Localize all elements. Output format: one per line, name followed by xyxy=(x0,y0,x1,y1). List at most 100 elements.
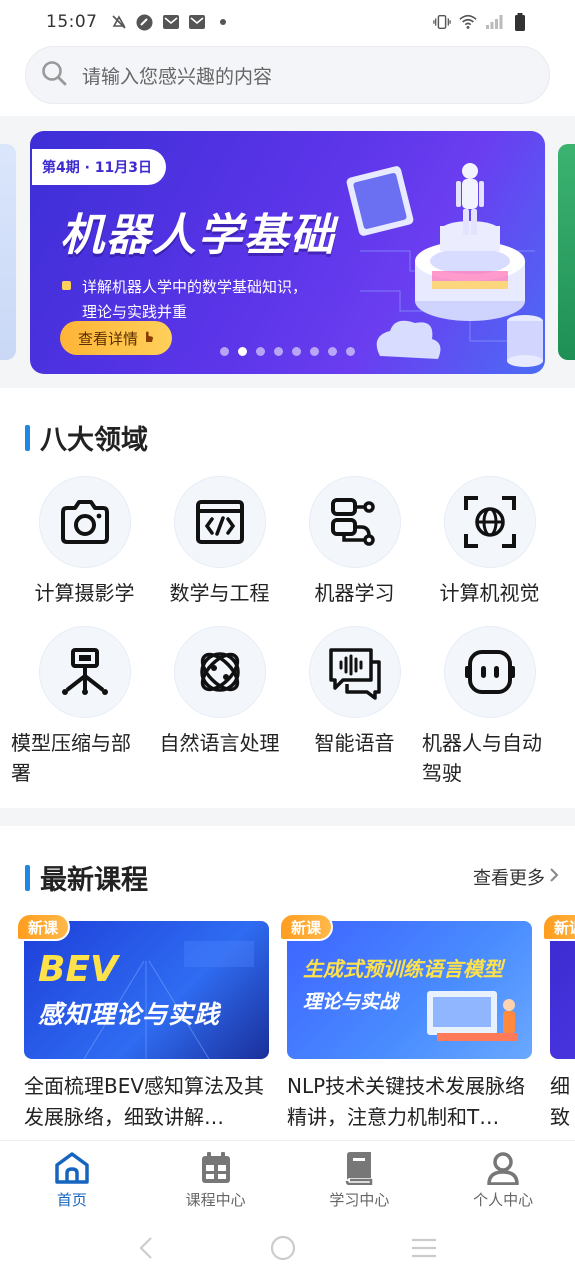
carousel-dot[interactable] xyxy=(256,347,265,356)
system-navigation-bar xyxy=(0,1220,575,1280)
domain-label: 智能语音 xyxy=(314,731,395,755)
domain-icon-circle xyxy=(308,626,401,718)
course-thumbnail xyxy=(550,921,575,1059)
domains-heading: 八大领域 xyxy=(25,418,148,457)
signal-icon xyxy=(485,13,503,31)
silent-icon xyxy=(110,13,128,31)
domain-icon-circle xyxy=(443,476,536,568)
course-thumb-line2: 感知理论与实践 xyxy=(38,1000,221,1029)
course-thumb-line1: BEV xyxy=(38,949,118,990)
tab-course-center[interactable]: 课程中心 xyxy=(144,1141,288,1220)
carousel-dot[interactable] xyxy=(292,347,301,356)
robot-illustration xyxy=(346,163,543,367)
domain-label: 计算机视觉 xyxy=(439,581,540,605)
course-thumb-line1: 生成式预训练语言模型 xyxy=(303,957,503,981)
domain-label: 模型压缩与部署 xyxy=(11,731,131,785)
heading-accent-bar xyxy=(25,864,30,891)
domain-icon-circle xyxy=(38,626,131,718)
mail-icon xyxy=(162,13,180,31)
domain-nlp[interactable]: 自然语言处理 xyxy=(152,626,287,758)
heading-accent-bar xyxy=(25,424,30,451)
app-notification-icon xyxy=(136,13,154,31)
home-circle-icon[interactable] xyxy=(270,1235,296,1265)
search-placeholder: 请输入您感兴趣的内容 xyxy=(82,65,273,88)
domain-icon-circle xyxy=(38,476,131,568)
domains-title: 八大领域 xyxy=(40,425,148,456)
course-thumbnail: BEV 感知理论与实践 xyxy=(24,921,269,1059)
domain-computational-photography[interactable]: 计算摄影学 xyxy=(17,476,152,608)
carousel-dot[interactable] xyxy=(220,347,229,356)
tab-learning-center[interactable]: 学习中心 xyxy=(288,1141,432,1220)
calendar-icon xyxy=(201,1152,230,1183)
tab-home[interactable]: 首页 xyxy=(0,1141,144,1220)
courses-heading: 最新课程 xyxy=(25,858,148,897)
course-thumb-line2: 理论与实战 xyxy=(303,991,399,1013)
domain-model-compression[interactable]: 模型压缩与部署 xyxy=(11,626,152,788)
domain-robotics-autonomous[interactable]: 机器人与自动驾驶 xyxy=(422,626,557,788)
courses-title: 最新课程 xyxy=(40,865,148,896)
course-card[interactable]: 新课 细致HD xyxy=(542,913,575,1133)
domain-computer-vision[interactable]: 计算机视觉 xyxy=(422,476,557,608)
search-icon xyxy=(40,59,68,91)
carousel-dot[interactable] xyxy=(238,347,247,356)
banner-description: 详解机器人学中的数学基础知识， 理论与实践并重 xyxy=(82,275,307,325)
tab-label: 个人中心 xyxy=(473,1191,534,1209)
course-card[interactable]: 生成式预训练语言模型 理论与实战 新课 NLP技术关键技术发展脉络精讲，注意力机… xyxy=(279,913,532,1133)
course-card[interactable]: BEV 感知理论与实践 新课 全面梳理BEV感知算法及其发展脉络，细致讲解… xyxy=(16,913,269,1133)
mail-icon xyxy=(188,13,206,31)
more-dot-icon xyxy=(214,13,232,31)
bottom-tab-bar: 首页 课程中心 学习中心 个人中心 xyxy=(0,1140,575,1220)
vibrate-icon xyxy=(433,13,451,31)
banner-desc-line1: 详解机器人学中的数学基础知识， xyxy=(82,278,308,296)
domain-label: 自然语言处理 xyxy=(159,731,280,755)
domain-icon-circle xyxy=(443,626,536,718)
banner-issue-tag: 第4期 · 11月3日 xyxy=(32,149,167,185)
wifi-icon xyxy=(459,13,477,31)
domain-icon-circle xyxy=(173,626,266,718)
search-input[interactable]: 请输入您感兴趣的内容 xyxy=(25,46,550,104)
code-icon xyxy=(195,500,244,544)
domain-intelligent-speech[interactable]: 智能语音 xyxy=(287,626,422,758)
tab-label: 学习中心 xyxy=(329,1191,390,1209)
domain-label: 数学与工程 xyxy=(169,581,270,605)
banner-next-peek[interactable] xyxy=(558,144,575,360)
carousel-dot[interactable] xyxy=(310,347,319,356)
workflow-icon xyxy=(330,498,375,546)
battery-icon xyxy=(511,13,529,31)
carousel-dot[interactable] xyxy=(274,347,283,356)
course-title: 全面梳理BEV感知算法及其发展脉络，细致讲解… xyxy=(24,1074,265,1129)
view-more-link[interactable]: 查看更多 xyxy=(473,864,559,890)
book-icon xyxy=(346,1152,373,1185)
tab-personal-center[interactable]: 个人中心 xyxy=(431,1141,575,1220)
domains-section: 八大领域 计算摄影学 数学与工程 机器学习 计算机视觉 模型压缩与部署 自然语言… xyxy=(0,388,575,808)
course-title: 细致HD xyxy=(550,1074,570,1129)
domain-label: 机器人与自动驾驶 xyxy=(422,731,542,785)
banner-prev-peek[interactable] xyxy=(0,144,16,360)
domain-math-engineering[interactable]: 数学与工程 xyxy=(152,476,287,608)
banner-carousel[interactable]: 第4期 · 11月3日 机器人学基础 详解机器人学中的数学基础知识， 理论与实践… xyxy=(0,116,575,388)
robot-icon xyxy=(464,650,515,694)
view-more-label: 查看更多 xyxy=(473,868,545,889)
courses-section: 最新课程 查看更多 BEV 感知理论与实践 新课 全面梳理BEV感知算法及其发展… xyxy=(0,826,575,1140)
domain-machine-learning[interactable]: 机器学习 xyxy=(287,476,422,608)
back-icon[interactable] xyxy=(137,1236,157,1264)
recents-menu-icon[interactable] xyxy=(410,1237,438,1263)
search-bar-area: 请输入您感兴趣的内容 xyxy=(0,44,575,116)
status-time: 15:07 xyxy=(46,12,98,32)
domain-label: 机器学习 xyxy=(314,581,395,605)
status-bar: 15:07 xyxy=(0,0,575,44)
app-screen: 15:07 请输入您感兴趣的内容 第4期 · 11月3日 机器人学基础 详解机器… xyxy=(0,0,575,1280)
tab-label: 课程中心 xyxy=(185,1191,246,1209)
course-thumbnail: 生成式预训练语言模型 理论与实战 xyxy=(287,921,532,1059)
atom-icon xyxy=(199,652,240,692)
banner-detail-button[interactable]: 查看详情 xyxy=(60,321,172,355)
banner-slide[interactable]: 第4期 · 11月3日 机器人学基础 详解机器人学中的数学基础知识， 理论与实践… xyxy=(30,131,545,374)
chevron-right-icon xyxy=(549,867,559,888)
banner-detail-label: 查看详情 xyxy=(77,329,138,348)
domain-label: 计算摄影学 xyxy=(34,581,135,605)
new-course-badge: 新课 xyxy=(542,913,575,941)
banner-title: 机器人学基础 xyxy=(60,210,336,261)
domain-icon-circle xyxy=(308,476,401,568)
bullet-icon xyxy=(62,281,71,290)
camera-icon xyxy=(60,500,109,544)
